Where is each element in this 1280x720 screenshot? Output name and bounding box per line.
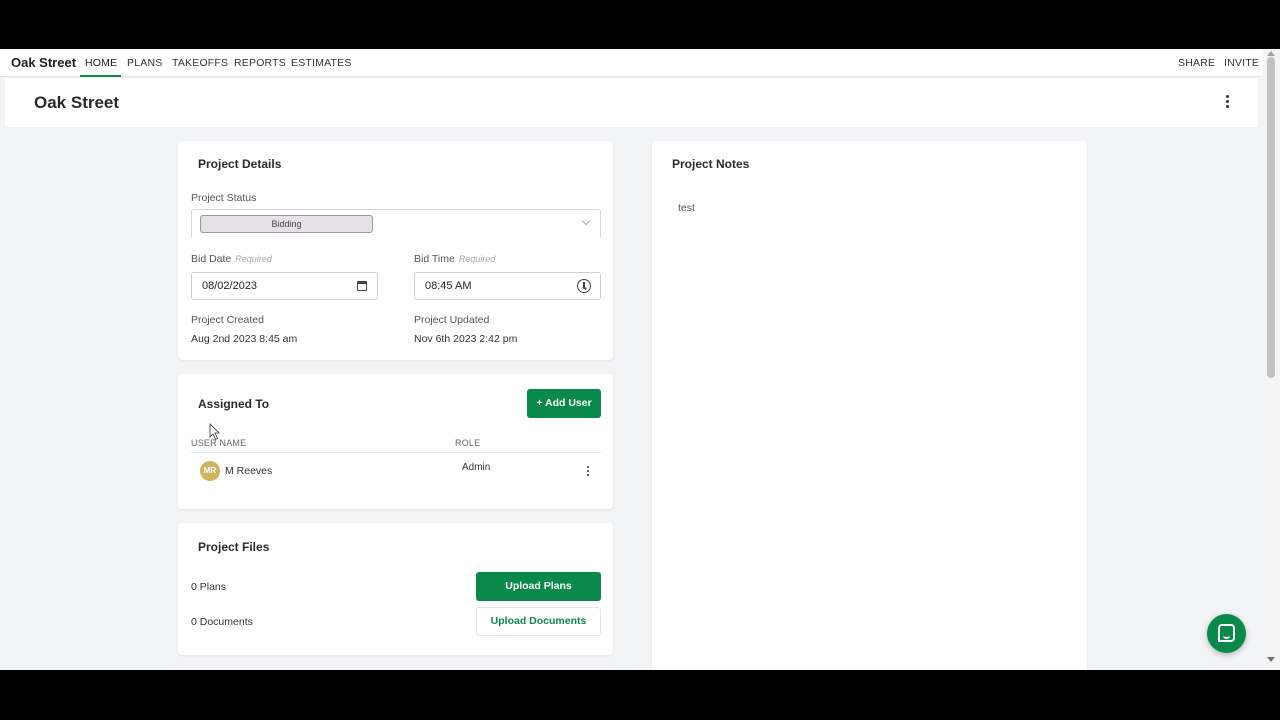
bid-time-input[interactable]: 08:45 AM	[414, 272, 601, 300]
vertical-scrollbar[interactable]	[1263, 49, 1280, 670]
letterbox-top	[0, 0, 1280, 49]
page-header: Oak Street	[5, 78, 1258, 127]
share-link[interactable]: SHARE	[1178, 57, 1215, 69]
column-header-role[interactable]: ROLE	[455, 438, 480, 448]
chevron-down-icon	[581, 216, 591, 226]
chat-launcher-button[interactable]	[1207, 614, 1246, 653]
invite-link[interactable]: INVITE	[1224, 57, 1259, 69]
row-more-options-icon[interactable]	[586, 466, 590, 478]
nav-plans[interactable]: PLANS	[127, 57, 162, 69]
project-notes-body[interactable]: test	[678, 202, 695, 214]
project-updated-label: Project Updated	[414, 314, 490, 326]
scrollbar-thumb[interactable]	[1267, 57, 1275, 378]
nav-active-indicator	[80, 75, 121, 77]
bid-time-label: Bid Time Required	[414, 253, 496, 265]
bid-date-input[interactable]: 08/02/2023	[191, 272, 378, 300]
project-status-label: Project Status	[191, 192, 257, 204]
bid-date-label: Bid Date Required	[191, 253, 272, 265]
calendar-icon[interactable]	[357, 281, 367, 291]
brand-project-name[interactable]: Oak Street	[11, 55, 76, 70]
project-files-card: Project Files 0 Plans Upload Plans 0 Doc…	[178, 523, 613, 655]
table-divider	[191, 452, 601, 453]
bid-date-value: 08/02/2023	[202, 280, 258, 292]
plans-count: 0 Plans	[191, 581, 227, 593]
avatar: MR	[200, 461, 220, 481]
letterbox-bottom	[0, 670, 1280, 720]
project-created-value: Aug 2nd 2023 8:45 am	[191, 333, 298, 345]
nav-estimates[interactable]: ESTIMATES	[291, 57, 352, 69]
nav-reports[interactable]: REPORTS	[234, 57, 286, 69]
nav-home[interactable]: HOME	[85, 57, 117, 69]
status-chip: Bidding	[200, 215, 373, 233]
app-window: Oak Street HOME PLANS TAKEOFFS REPORTS E…	[0, 49, 1263, 670]
assigned-to-card: Assigned To + Add User USER NAME ROLE MR…	[178, 374, 613, 509]
project-details-card: Project Details Project Status Bidding B…	[178, 141, 613, 360]
chat-icon	[1218, 624, 1235, 642]
scroll-down-arrow-icon[interactable]	[1267, 657, 1275, 662]
assigned-to-title: Assigned To	[198, 397, 270, 411]
scroll-up-arrow-icon[interactable]	[1267, 51, 1275, 56]
project-status-select[interactable]: Bidding	[191, 209, 601, 237]
upload-plans-button[interactable]: Upload Plans	[476, 572, 601, 601]
page-title: Oak Street	[34, 93, 120, 112]
project-created-label: Project Created	[191, 314, 264, 326]
clock-icon[interactable]	[577, 279, 591, 293]
bid-time-value: 08:45 AM	[425, 280, 472, 292]
upload-documents-button[interactable]: Upload Documents	[476, 607, 601, 636]
documents-count: 0 Documents	[191, 616, 253, 628]
nav-takeoffs[interactable]: TAKEOFFS	[172, 57, 228, 69]
project-updated-value: Nov 6th 2023 2:42 pm	[414, 333, 518, 345]
add-user-button[interactable]: + Add User	[527, 389, 601, 418]
project-files-title: Project Files	[198, 540, 270, 554]
project-notes-title: Project Notes	[672, 157, 750, 171]
project-notes-card: Project Notes test	[652, 141, 1087, 670]
user-role: Admin	[462, 462, 491, 473]
more-options-icon[interactable]	[1224, 95, 1230, 111]
project-details-title: Project Details	[198, 157, 282, 171]
top-navigation: Oak Street HOME PLANS TAKEOFFS REPORTS E…	[0, 49, 1263, 77]
user-name: M Reeves	[225, 465, 273, 477]
